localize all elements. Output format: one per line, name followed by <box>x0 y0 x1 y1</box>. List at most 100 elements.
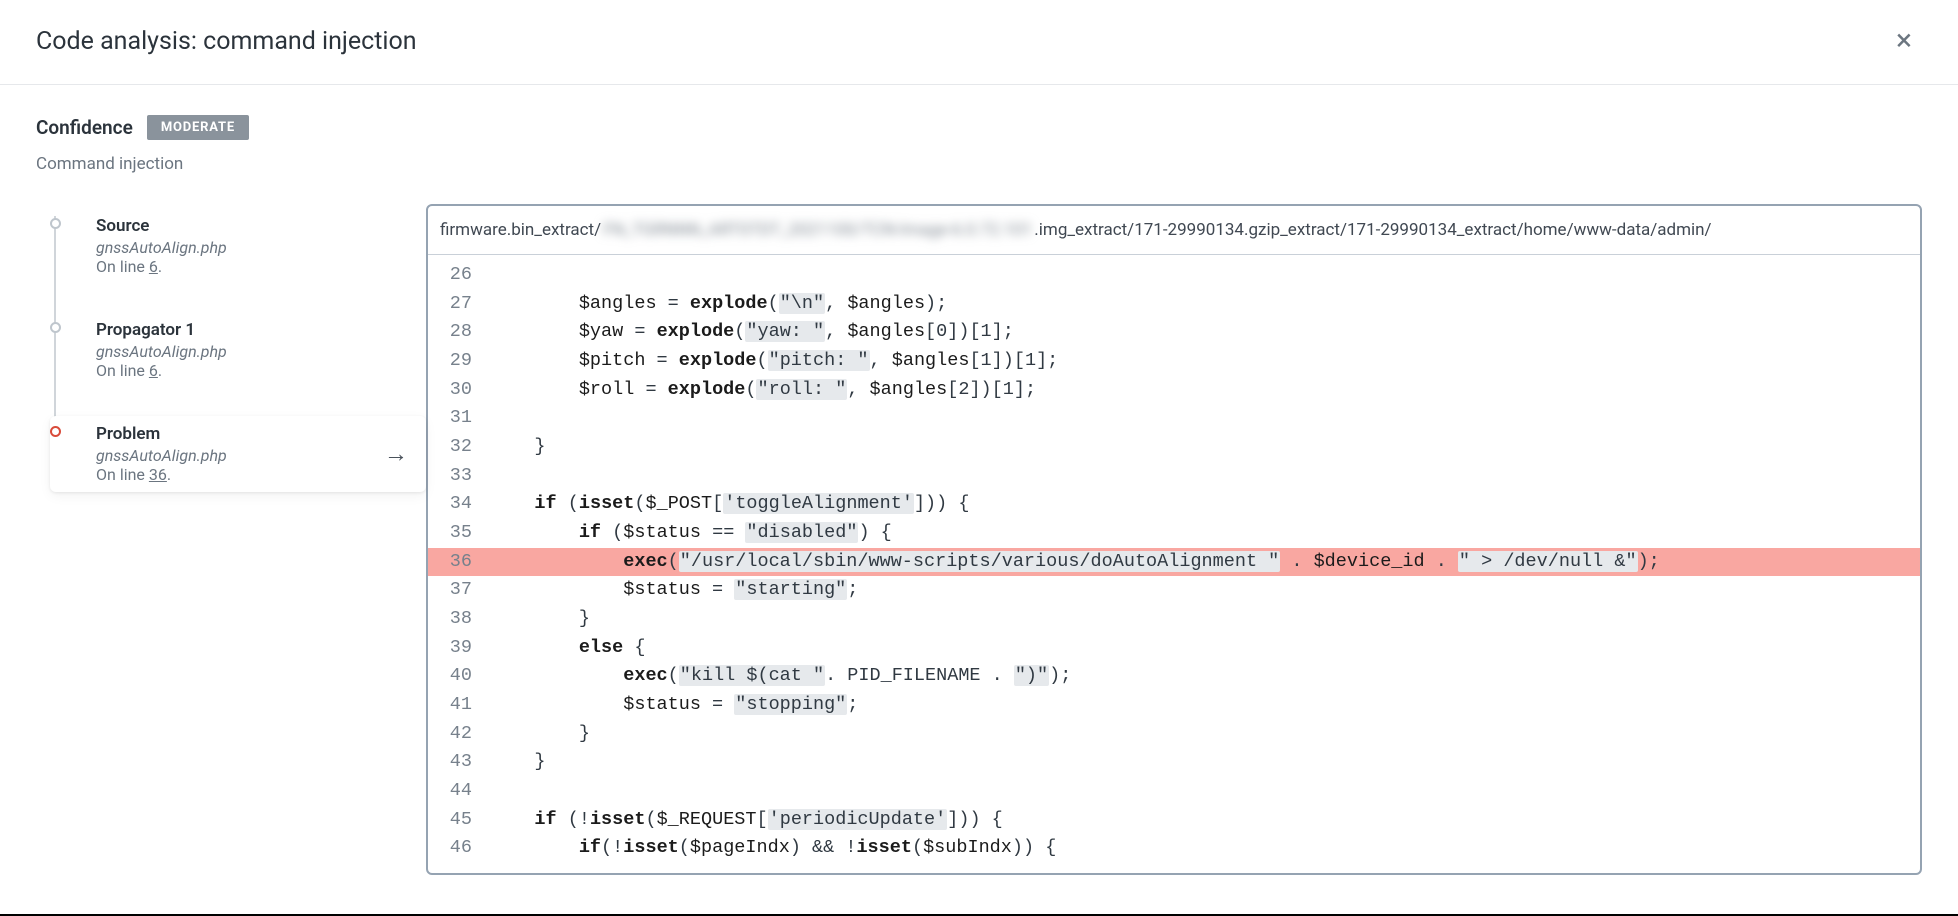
code-line: 28 $yaw = explode("yaw: ", $angles[0])[1… <box>428 318 1920 347</box>
code-line: 30 $roll = explode("roll: ", $angles[2])… <box>428 376 1920 405</box>
code-line: 42 } <box>428 720 1920 749</box>
line-source: $status = "starting"; <box>490 576 1920 605</box>
arrow-right-icon: → <box>384 440 408 469</box>
code-line: 26 <box>428 261 1920 290</box>
line-source: if (!isset($_REQUEST['periodicUpdate']))… <box>490 806 1920 835</box>
trace-column: Source gnssAutoAlign.php On line 6. Prop… <box>36 204 426 875</box>
trace-title: Problem <box>96 424 412 444</box>
line-number: 41 <box>428 691 490 720</box>
trace-line-suffix: . <box>167 465 171 484</box>
main-layout: Source gnssAutoAlign.php On line 6. Prop… <box>36 204 1922 875</box>
confidence-badge: MODERATE <box>147 115 249 140</box>
trace-line-num: 36 <box>149 465 167 484</box>
trace-item-propagator[interactable]: Propagator 1 gnssAutoAlign.php On line 6… <box>50 312 426 388</box>
line-number: 36 <box>428 548 490 577</box>
code-line: 44 <box>428 777 1920 806</box>
line-source: $status = "stopping"; <box>490 691 1920 720</box>
code-line: 32 } <box>428 433 1920 462</box>
line-source: exec("/usr/local/sbin/www-scripts/variou… <box>490 548 1920 577</box>
code-line: 39 else { <box>428 634 1920 663</box>
line-number: 34 <box>428 490 490 519</box>
line-source: } <box>490 605 1920 634</box>
code-line: 31 <box>428 404 1920 433</box>
line-source: $yaw = explode("yaw: ", $angles[0])[1]; <box>490 318 1920 347</box>
close-button[interactable]: × <box>1886 22 1922 60</box>
line-number: 33 <box>428 462 490 491</box>
line-source: $roll = explode("roll: ", $angles[2])[1]… <box>490 376 1920 405</box>
line-number: 35 <box>428 519 490 548</box>
trace-file: gnssAutoAlign.php <box>96 446 412 465</box>
code-card: firmware.bin_extract/ FN_TGRNNN_ARTSTDT_… <box>426 204 1922 875</box>
line-number: 29 <box>428 347 490 376</box>
trace-dot-icon <box>50 426 61 437</box>
line-number: 39 <box>428 634 490 663</box>
code-line: 33 <box>428 462 1920 491</box>
code-line: 36 exec("/usr/local/sbin/www-scripts/var… <box>428 548 1920 577</box>
code-line: 34 if (isset($_POST['toggleAlignment']))… <box>428 490 1920 519</box>
line-source <box>490 404 1920 433</box>
code-line: 40 exec("kill $(cat ". PID_FILENAME . ")… <box>428 662 1920 691</box>
line-number: 28 <box>428 318 490 347</box>
line-source <box>490 462 1920 491</box>
line-number: 45 <box>428 806 490 835</box>
code-column: firmware.bin_extract/ FN_TGRNNN_ARTSTDT_… <box>426 204 1922 875</box>
line-source: $angles = explode("\n", $angles); <box>490 290 1920 319</box>
path-redacted: FN_TGRNNN_ARTSTDT_2021100/TCN-Image-6.0.… <box>603 220 1032 240</box>
trace-line: On line 6. <box>96 257 412 276</box>
code-line: 41 $status = "stopping"; <box>428 691 1920 720</box>
dialog-header: Code analysis: command injection × <box>0 0 1958 85</box>
file-path-bar: firmware.bin_extract/ FN_TGRNNN_ARTSTDT_… <box>428 206 1920 255</box>
line-source: exec("kill $(cat ". PID_FILENAME . ")"); <box>490 662 1920 691</box>
trace-file: gnssAutoAlign.php <box>96 238 412 257</box>
line-number: 32 <box>428 433 490 462</box>
trace-line-prefix: On line <box>96 361 149 380</box>
line-source: $pitch = explode("pitch: ", $angles[1])[… <box>490 347 1920 376</box>
trace-dot-icon <box>50 218 61 229</box>
trace-file: gnssAutoAlign.php <box>96 342 412 361</box>
confidence-label: Confidence <box>36 116 133 139</box>
path-segment: .img_extract/171-29990134.gzip_extract/1… <box>1034 220 1711 240</box>
trace-title: Source <box>96 216 412 236</box>
line-number: 27 <box>428 290 490 319</box>
line-number: 46 <box>428 834 490 863</box>
confidence-row: Confidence MODERATE <box>36 115 1922 140</box>
trace-line-suffix: . <box>158 361 162 380</box>
code-line: 35 if ($status == "disabled") { <box>428 519 1920 548</box>
line-number: 38 <box>428 605 490 634</box>
code-line: 46 if(!isset($pageIndx) && !isset($subIn… <box>428 834 1920 863</box>
line-number: 44 <box>428 777 490 806</box>
line-source: } <box>490 433 1920 462</box>
line-number: 40 <box>428 662 490 691</box>
line-number: 43 <box>428 748 490 777</box>
line-source: } <box>490 720 1920 749</box>
trace-title: Propagator 1 <box>96 320 412 340</box>
dialog: Code analysis: command injection × Confi… <box>0 0 1958 916</box>
trace-line-prefix: On line <box>96 257 149 276</box>
line-number: 37 <box>428 576 490 605</box>
line-source: if ($status == "disabled") { <box>490 519 1920 548</box>
code-line: 27 $angles = explode("\n", $angles); <box>428 290 1920 319</box>
trace-line-num: 6 <box>149 257 158 276</box>
line-source <box>490 777 1920 806</box>
trace-line-prefix: On line <box>96 465 149 484</box>
line-source: else { <box>490 634 1920 663</box>
code-viewer[interactable]: 2627 $angles = explode("\n", $angles);28… <box>428 255 1920 873</box>
line-source: } <box>490 748 1920 777</box>
line-number: 26 <box>428 261 490 290</box>
close-icon: × <box>1896 23 1912 58</box>
vulnerability-type: Command injection <box>36 154 1922 174</box>
code-line: 45 if (!isset($_REQUEST['periodicUpdate'… <box>428 806 1920 835</box>
line-source <box>490 261 1920 290</box>
line-number: 30 <box>428 376 490 405</box>
code-line: 29 $pitch = explode("pitch: ", $angles[1… <box>428 347 1920 376</box>
line-number: 31 <box>428 404 490 433</box>
dialog-title: Code analysis: command injection <box>36 27 417 56</box>
trace-line: On line 36. <box>96 465 412 484</box>
trace-item-source[interactable]: Source gnssAutoAlign.php On line 6. <box>50 208 426 284</box>
code-line: 38 } <box>428 605 1920 634</box>
trace-line: On line 6. <box>96 361 412 380</box>
code-line: 43 } <box>428 748 1920 777</box>
code-line: 37 $status = "starting"; <box>428 576 1920 605</box>
trace-item-problem[interactable]: Problem gnssAutoAlign.php On line 36. → <box>50 416 426 492</box>
line-number: 42 <box>428 720 490 749</box>
